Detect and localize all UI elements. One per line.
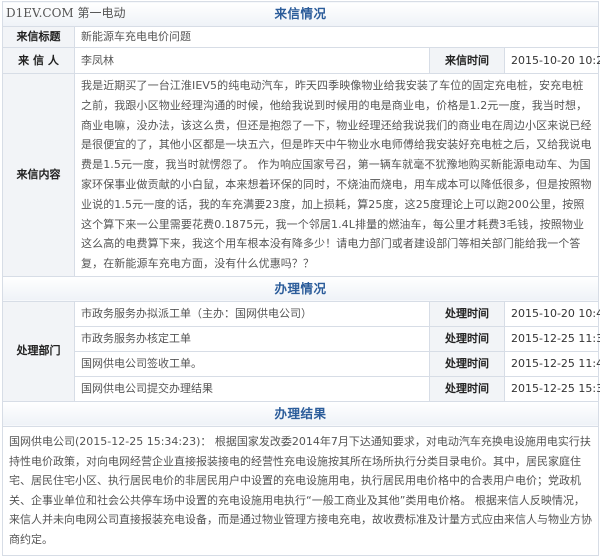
step-time-label: 处理时间 bbox=[429, 325, 505, 352]
processing-section-title: 办理情况 bbox=[1, 275, 600, 302]
processing-row: 国网供电公司提交办理结果 处理时间 2015-12-25 15:34 bbox=[3, 375, 600, 402]
step-time: 2015-10-20 10:40 bbox=[503, 300, 600, 327]
result-section-title: 办理结果 bbox=[1, 400, 600, 427]
sender-row: 来 信 人 李凤林 来信时间 2015-10-20 10:21 bbox=[2, 47, 600, 74]
letter-time-value: 2015-10-20 10:21 bbox=[503, 47, 600, 74]
step-time-label: 处理时间 bbox=[429, 350, 505, 377]
sender-label: 来 信 人 bbox=[2, 47, 75, 74]
step-time: 2015-12-25 11:44 bbox=[503, 350, 600, 377]
processing-row: 处理部门 市政务服务办拟派工单（主办：国网供电公司） 处理时间 2015-10-… bbox=[2, 300, 600, 402]
dept-label: 处理部门 bbox=[2, 300, 75, 402]
sender-value: 李凤林 bbox=[74, 47, 430, 74]
content-row: 来信内容 我是近期买了一台江淮IEV5的纯电动汽车，昨天四季映像物业给我安装了车… bbox=[2, 73, 600, 277]
step-time-label: 处理时间 bbox=[429, 375, 505, 402]
processing-section-header-row: 办理情况 bbox=[1, 275, 600, 302]
content-label: 来信内容 bbox=[2, 73, 75, 277]
step-desc: 市政务服务办拟派工单（主办：国网供电公司） bbox=[74, 300, 430, 327]
content-text: 我是近期买了一台江淮IEV5的纯电动汽车，昨天四季映像物业给我安装了车位的固定充… bbox=[73, 73, 600, 277]
subject-label: 来信标题 bbox=[2, 26, 75, 48]
document-page: D1EV.COM 第一电动 来信情况 来信标题 新能源车充电电价问题 来 信 人… bbox=[1, 1, 600, 556]
subject-value: 新能源车充电电价问题 bbox=[73, 26, 600, 48]
result-section-header-row: 办理结果 bbox=[1, 400, 600, 427]
case-table: 来信情况 来信标题 新能源车充电电价问题 来 信 人 李凤林 来信时间 2015… bbox=[1, 1, 600, 556]
processing-row: 国网供电公司签收工单。 处理时间 2015-12-25 11:44 bbox=[3, 350, 600, 377]
subject-row: 来信标题 新能源车充电电价问题 bbox=[2, 26, 600, 48]
processing-row: 市政务服务办核定工单 处理时间 2015-12-25 11:31 bbox=[3, 325, 600, 352]
step-time: 2015-12-25 11:31 bbox=[503, 325, 600, 352]
letter-time-label: 来信时间 bbox=[429, 47, 505, 74]
step-desc: 国网供电公司签收工单。 bbox=[74, 350, 430, 377]
step-desc: 国网供电公司提交办理结果 bbox=[74, 375, 430, 402]
step-desc: 市政务服务办核定工单 bbox=[74, 325, 430, 352]
watermark: D1EV.COM 第一电动 bbox=[6, 6, 126, 20]
step-time: 2015-12-25 15:34 bbox=[503, 375, 600, 402]
step-time-label: 处理时间 bbox=[429, 300, 505, 327]
